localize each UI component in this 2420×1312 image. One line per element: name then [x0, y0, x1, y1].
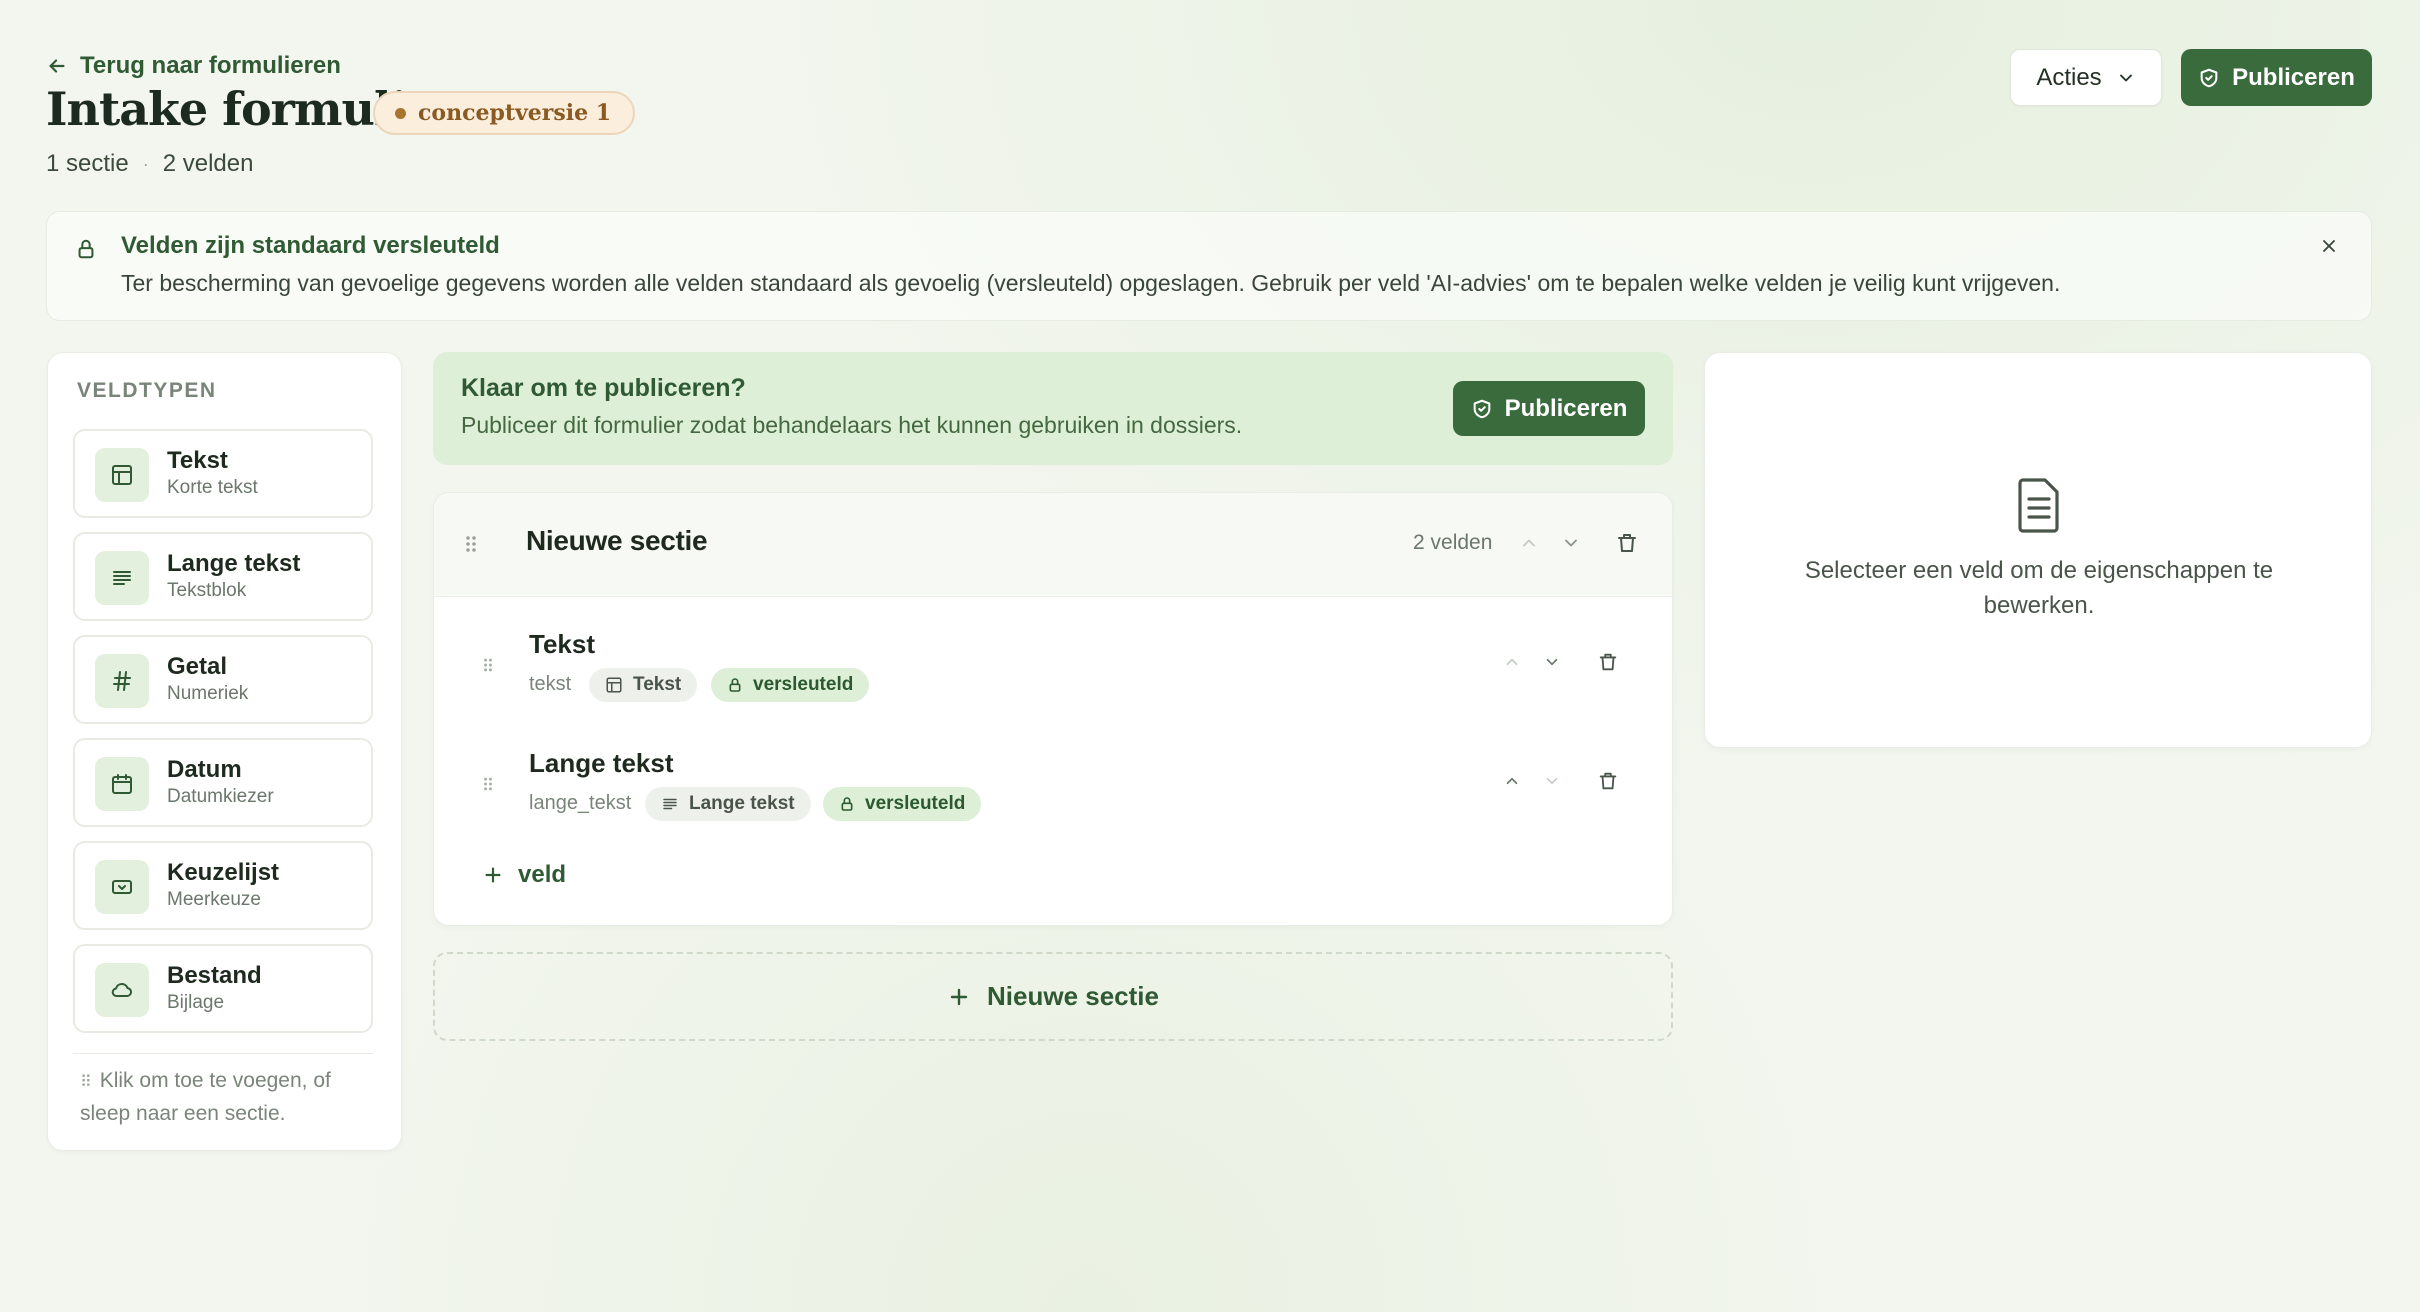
lock-icon: [839, 796, 855, 812]
field-type-name: Getal: [167, 653, 228, 680]
publish-button[interactable]: Publiceren: [1453, 381, 1645, 436]
back-link-label: Terug naar formulieren: [80, 52, 341, 79]
add-field-label: veld: [518, 861, 567, 888]
info-banner-title: Velden zijn standaard versleuteld: [121, 232, 500, 259]
field-type-chip-label: Tekst: [633, 674, 682, 695]
field-title: Lange tekst: [529, 748, 674, 778]
field-type-name: Datum: [167, 756, 242, 783]
close-icon[interactable]: [2319, 236, 2339, 256]
field-type-select[interactable]: Keuzelijst Meerkeuze: [73, 841, 373, 930]
field-type-date[interactable]: Datum Datumkiezer: [73, 738, 373, 827]
field-type-chip-label: Lange tekst: [689, 793, 795, 814]
field-count: 2 velden: [162, 150, 254, 177]
trash-icon[interactable]: [1597, 651, 1619, 673]
status-badge-label: conceptversie 1: [418, 100, 612, 126]
field-type-name: Keuzelijst: [167, 859, 280, 886]
field-type-name: Bestand: [167, 962, 262, 989]
lines-icon: [95, 551, 149, 605]
publish-ready-banner: Klaar om te publiceren? Publiceer dit fo…: [433, 352, 1673, 465]
chevron-down-icon[interactable]: [1561, 533, 1581, 553]
encrypted-badge: versleuteld: [823, 787, 982, 821]
add-section-button[interactable]: Nieuwe sectie: [433, 952, 1673, 1041]
field-type-description: Bijlage: [167, 992, 225, 1013]
form-meta: 1 sectie · 2 velden: [46, 150, 253, 178]
info-banner-text: Ter bescherming van gevoelige gegevens w…: [121, 270, 2061, 296]
palette-hint: ⠿ Klik om toe te voegen, of sleep naar ee…: [80, 1065, 370, 1129]
palette-divider: [73, 1053, 373, 1054]
hash-icon: [95, 654, 149, 708]
drag-handle-icon: ⠿: [80, 1074, 92, 1091]
plus-icon: [947, 985, 971, 1009]
actions-dropdown-button[interactable]: Acties: [2010, 49, 2162, 106]
calendar-icon: [95, 757, 149, 811]
section-field-count: 2 velden: [1413, 531, 1493, 554]
status-dot: [395, 107, 406, 119]
chevron-down-icon: [2116, 68, 2136, 88]
section-count: 1 sectie: [46, 150, 129, 177]
ready-text: Publiceer dit formulier zodat behandelaa…: [461, 412, 1243, 438]
publish-button-label: Publiceren: [2232, 63, 2355, 91]
add-field-button[interactable]: veld: [482, 861, 566, 889]
trash-icon[interactable]: [1615, 531, 1639, 555]
field-type-chip: Lange tekst: [645, 787, 811, 821]
lock-icon: [727, 677, 743, 693]
chevron-up-icon[interactable]: [1503, 772, 1521, 790]
field-type-name: Tekst: [167, 447, 228, 474]
chevron-down-icon[interactable]: [1543, 653, 1561, 671]
field-type-description: Korte tekst: [167, 477, 258, 498]
palette-heading: VELDTYPEN: [77, 379, 217, 402]
field-type-description: Tekstblok: [167, 580, 247, 601]
field-title: Tekst: [529, 629, 595, 659]
actions-label: Acties: [2036, 63, 2102, 91]
properties-empty-text: Selecteer een veld om de eigenschappen t…: [1804, 557, 2274, 619]
layout-icon: [95, 448, 149, 502]
field-key: lange_tekst: [529, 792, 632, 814]
plus-icon: [482, 864, 504, 886]
shield-check-icon: [2198, 67, 2220, 89]
arrow-left-icon: [46, 55, 68, 77]
publish-button-label: Publiceren: [1504, 394, 1628, 422]
encryption-info-banner: Velden zijn standaard versleuteld Ter be…: [46, 211, 2372, 321]
add-section-label: Nieuwe sectie: [987, 981, 1159, 1011]
field-type-file[interactable]: Bestand Bijlage: [73, 944, 373, 1033]
encrypted-badge-label: versleuteld: [865, 793, 966, 814]
encrypted-badge-label: versleuteld: [753, 674, 854, 695]
form-section: Nieuwe sectie 2 velden Tekst tekst Tekst…: [433, 492, 1673, 926]
chevron-down-icon[interactable]: [1543, 772, 1561, 790]
field-type-chip: Tekst: [589, 668, 698, 702]
publish-button[interactable]: Publiceren: [2181, 49, 2372, 106]
document-icon: [2015, 477, 2063, 533]
back-link[interactable]: Terug naar formulieren: [46, 52, 341, 80]
shield-check-icon: [1471, 398, 1493, 420]
ready-title: Klaar om te publiceren?: [461, 374, 746, 402]
field-type-text[interactable]: Tekst Korte tekst: [73, 429, 373, 518]
field-key: tekst: [529, 673, 572, 695]
field-type-description: Numeriek: [167, 683, 249, 704]
meta-separator: ·: [142, 153, 149, 174]
drag-handle-icon[interactable]: [482, 775, 494, 793]
section-header: Nieuwe sectie 2 velden: [434, 493, 1672, 597]
chevron-up-icon[interactable]: [1519, 533, 1539, 553]
layout-icon: [605, 676, 623, 694]
trash-icon[interactable]: [1597, 770, 1619, 792]
field-type-name: Lange tekst: [167, 550, 301, 577]
encrypted-badge: versleuteld: [711, 668, 870, 702]
chevron-up-icon[interactable]: [1503, 653, 1521, 671]
drag-handle-icon[interactable]: [482, 656, 494, 674]
palette-hint-text: Klik om toe te voegen, of sleep naar een…: [80, 1069, 331, 1125]
section-title[interactable]: Nieuwe sectie: [526, 525, 708, 557]
drag-handle-icon[interactable]: [464, 533, 478, 555]
field-type-description: Meerkeuze: [167, 889, 261, 910]
status-badge: conceptversie 1: [373, 91, 636, 135]
field-type-palette: VELDTYPEN Tekst Korte tekst Lange tekst …: [47, 352, 402, 1151]
field-type-description: Datumkiezer: [167, 786, 274, 807]
select-icon: [95, 860, 149, 914]
lines-icon: [661, 795, 679, 813]
field-type-long-text[interactable]: Lange tekst Tekstblok: [73, 532, 373, 621]
properties-panel: Selecteer een veld om de eigenschappen t…: [1704, 352, 2372, 748]
cloud-icon: [95, 963, 149, 1017]
lock-icon: [75, 238, 97, 260]
field-type-number[interactable]: Getal Numeriek: [73, 635, 373, 724]
